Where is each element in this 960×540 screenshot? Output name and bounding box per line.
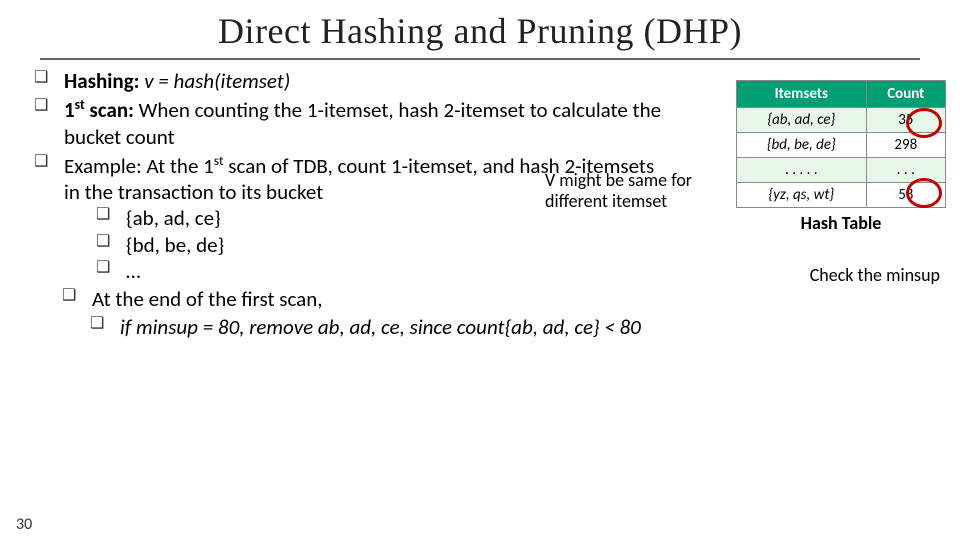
first-scan-1: 1 xyxy=(64,97,75,123)
cell-count: 35 xyxy=(866,108,945,133)
cell-itemset: . . . . . xyxy=(737,158,867,183)
bullet-hashing: Hashing: v = hash(itemset) xyxy=(30,68,670,94)
check-minsup: Check the minsup xyxy=(736,264,946,286)
cell-count: 58 xyxy=(866,183,945,208)
table-row: {bd, be, de} 298 xyxy=(737,133,946,158)
example-a: Example: At the 1 xyxy=(64,153,214,179)
table-row: {ab, ad, ce} 35 xyxy=(737,108,946,133)
annotation-v-same: V might be same for different itemset xyxy=(545,170,735,211)
slide: Direct Hashing and Pruning (DHP) Hashing… xyxy=(0,0,960,540)
sub-2: {bd, be, de} xyxy=(92,232,670,258)
sub-minsup: if minsup = 80, remove ab, ad, ce, since… xyxy=(86,314,670,340)
cell-itemset: {ab, ad, ce} xyxy=(737,108,867,133)
example-sup: st xyxy=(214,152,224,169)
hashing-label: Hashing: xyxy=(64,68,139,94)
minsup-text: if minsup = 80, remove ab, ad, ce, since… xyxy=(120,314,641,340)
page-title: Direct Hashing and Pruning (DHP) xyxy=(0,0,960,52)
table-row: . . . . . . . . xyxy=(737,158,946,183)
first-scan-sup: st xyxy=(75,96,85,113)
first-scan-rest: When counting the 1-itemset, hash 2-item… xyxy=(64,97,661,149)
hash-table: Itemsets Count {ab, ad, ce} 35 {bd, be, … xyxy=(736,80,946,208)
hashing-expr: v = hash(itemset) xyxy=(139,68,290,94)
right-panel: Itemsets Count {ab, ad, ce} 35 {bd, be, … xyxy=(736,80,946,286)
th-itemsets: Itemsets xyxy=(737,81,867,108)
cell-count: . . . xyxy=(866,158,945,183)
cell-count: 298 xyxy=(866,133,945,158)
sub-3: … xyxy=(92,258,670,284)
cell-itemset: {yz, qs, wt} xyxy=(737,183,867,208)
first-scan-2: scan: xyxy=(85,97,134,123)
th-count: Count xyxy=(866,81,945,108)
cell-itemset: {bd, be, de} xyxy=(737,133,867,158)
bullet-end-of-scan: At the end of the first scan, xyxy=(58,286,670,312)
bullet-first-scan: 1st scan: When counting the 1-itemset, h… xyxy=(30,96,670,150)
table-row: {yz, qs, wt} 58 xyxy=(737,183,946,208)
page-number: 30 xyxy=(16,515,32,534)
hash-caption: Hash Table xyxy=(736,212,946,234)
